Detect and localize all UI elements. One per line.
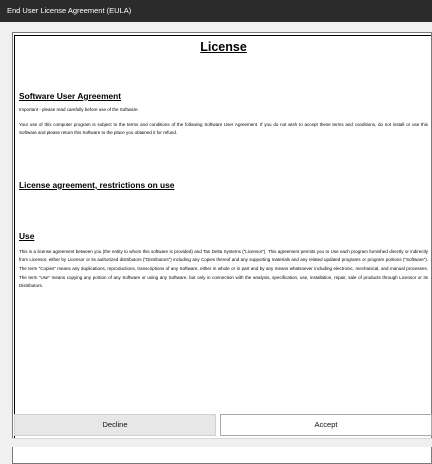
document-heading: License [200, 40, 247, 54]
section-title-restrictions: License agreement, restrictions on use [19, 179, 175, 190]
window-title: End User License Agreement (EULA) [7, 6, 132, 15]
section-title-software-user-agreement: Software User Agreement [19, 91, 122, 101]
window-title-bar: End User License Agreement (EULA) [0, 0, 432, 22]
license-document: License Software User Agreement Importan… [14, 35, 431, 445]
decline-button[interactable]: Decline [14, 414, 216, 436]
accept-button[interactable]: Accept [220, 414, 432, 436]
license-text-panel[interactable]: License Software User Agreement Importan… [12, 32, 432, 464]
paragraph-important: Important - please read carefully before… [19, 107, 139, 112]
paragraph-use: This is a license agreement between you … [19, 248, 428, 289]
panel-bottom-edge [12, 438, 432, 447]
section-title-use: Use [19, 230, 35, 241]
paragraph-terms: Your use of this computer program is sub… [19, 121, 428, 136]
